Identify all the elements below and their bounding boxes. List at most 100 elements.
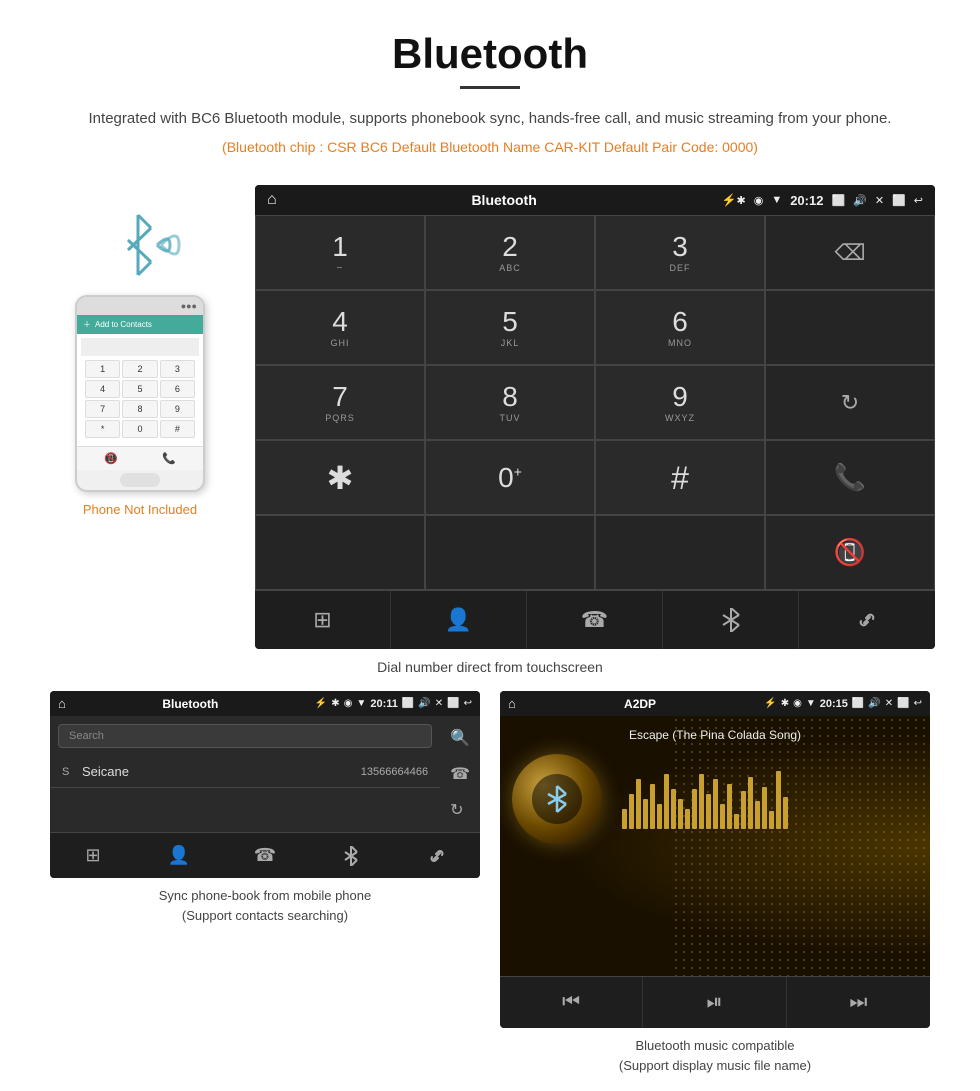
camera-icon[interactable]: ⬜ [831,194,845,207]
phone-call-btn[interactable]: 📞 [162,452,176,465]
dial-empty-1: ⌫ [765,215,935,290]
pb-entry[interactable]: S Seicane 13566664466 [50,756,440,788]
pb-contacts-icon[interactable]: 👤 [136,833,222,878]
car-dialer-screen: ⌂ Bluetooth ⚡ ✱ ◉ ▼ 20:12 ⬜ 🔊 ✕ ⬜ ↩ 1 ∽ [255,185,935,649]
next-button[interactable]: ⏭ [787,977,930,1028]
phone-key-6[interactable]: 6 [160,380,195,398]
pb-cam-icon[interactable]: ⬜ [402,698,414,709]
dial-call-cell[interactable]: 📞 [765,440,935,515]
play-pause-button[interactable]: ⏯ [643,977,786,1028]
pb-search-bar[interactable]: Search [58,724,432,748]
dialer-grid: 1 ∽ 2 ABC 3 DEF ⌫ 4 GHI 5 JKL [255,215,935,590]
pb-side-icons: 🔍 ☎ ↻ [440,716,480,832]
bottom-grid-icon[interactable]: ⊞ [255,591,391,649]
phone-display [81,338,199,356]
call-red-icon[interactable]: 📵 [834,537,866,568]
volume-icon[interactable]: 🔊 [853,194,867,207]
dial-caption: Dial number direct from touchscreen [0,659,980,675]
dial-key-1[interactable]: 1 ∽ [255,215,425,290]
phone-top-bar: ●●● [77,297,203,315]
home-icon[interactable]: ⌂ [267,191,277,209]
music-content: Escape (The Pina Colada Song) [500,716,930,976]
title-section: Bluetooth Integrated with BC6 Bluetooth … [0,0,980,185]
pb-close-icon[interactable]: ✕ [435,698,443,709]
dial-key-0[interactable]: 0+ [425,440,595,515]
dial-key-6[interactable]: 6 MNO [595,290,765,365]
car-screen-title: Bluetooth [287,192,722,208]
prev-button[interactable]: ⏮ [500,977,643,1028]
phone-key-7[interactable]: 7 [85,400,120,418]
phone-header: ＋ Add to Contacts [77,315,203,334]
dial-key-8[interactable]: 8 TUV [425,365,595,440]
phone-key-9[interactable]: 9 [160,400,195,418]
dial-key-hash[interactable]: # [595,440,765,515]
back-icon[interactable]: ↩ [914,194,923,207]
pb-vol-icon[interactable]: 🔊 [418,698,430,709]
pb-home-icon[interactable]: ⌂ [58,696,66,711]
specs-text: (Bluetooth chip : CSR BC6 Default Blueto… [20,139,960,155]
phone-content: 1 2 3 4 5 6 7 8 9 * 0 # [77,334,203,446]
pb-back-icon[interactable]: ↩ [464,698,472,709]
dial-key-star[interactable]: ✱ [255,440,425,515]
pb-phone-icon[interactable]: ☎ [222,833,308,878]
equalizer-viz [614,769,918,829]
phone-mockup: ●●● ＋ Add to Contacts 1 2 3 4 5 6 7 8 9 [75,295,205,492]
pb-phone-side-icon[interactable]: ☎ [450,764,470,784]
signal-icon: ▼ [771,194,782,206]
dial-key-2[interactable]: 2 ABC [425,215,595,290]
dial-key-5[interactable]: 5 JKL [425,290,595,365]
page-title: Bluetooth [20,30,960,78]
dial-key-9[interactable]: 9 WXYZ [595,365,765,440]
dial-refresh-cell[interactable]: ↻ [765,365,935,440]
dial-end-call-cell[interactable]: 📵 [765,515,935,590]
music-vol-icon[interactable]: 🔊 [868,698,880,709]
music-close-icon[interactable]: ✕ [885,698,893,709]
call-green-icon[interactable]: 📞 [834,462,866,493]
phone-key-hash[interactable]: # [160,420,195,438]
phone-key-star[interactable]: * [85,420,120,438]
phone-key-8[interactable]: 8 [122,400,157,418]
phone-end-btn[interactable]: 📵 [104,452,118,465]
dial-key-4[interactable]: 4 GHI [255,290,425,365]
dial-key-3[interactable]: 3 DEF [595,215,765,290]
window-icon[interactable]: ⬜ [892,194,906,207]
status-icons: ✱ ◉ ▼ 20:12 ⬜ 🔊 ✕ ⬜ ↩ [736,193,923,208]
bottom-contacts-icon[interactable]: 👤 [391,591,527,649]
phone-key-5[interactable]: 5 [122,380,157,398]
phonebook-panel: ⌂ Bluetooth ⚡ ✱ ◉ ▼ 20:11 ⬜ 🔊 ✕ ⬜ ↩ Sear… [40,691,490,1075]
phone-key-2[interactable]: 2 [122,360,157,378]
album-art-inner [532,774,582,824]
music-win-icon[interactable]: ⬜ [897,698,909,709]
music-status-bar: ⌂ A2DP ⚡ ✱ ◉ ▼ 20:15 ⬜ 🔊 ✕ ⬜ ↩ [500,691,930,716]
music-screen: ⌂ A2DP ⚡ ✱ ◉ ▼ 20:15 ⬜ 🔊 ✕ ⬜ ↩ Escape (T… [500,691,930,1028]
phone-key-4[interactable]: 4 [85,380,120,398]
bottom-bluetooth-icon[interactable] [663,591,799,649]
dial-key-7[interactable]: 7 PQRS [255,365,425,440]
bottom-link-icon[interactable] [799,591,935,649]
pb-link-icon[interactable] [394,833,480,878]
bluetooth-status-icon: ✱ [736,194,745,207]
phonebook-screen: ⌂ Bluetooth ⚡ ✱ ◉ ▼ 20:11 ⬜ 🔊 ✕ ⬜ ↩ Sear… [50,691,480,878]
phone-key-3[interactable]: 3 [160,360,195,378]
pb-status-bar: ⌂ Bluetooth ⚡ ✱ ◉ ▼ 20:11 ⬜ 🔊 ✕ ⬜ ↩ [50,691,480,716]
bottom-panels: ⌂ Bluetooth ⚡ ✱ ◉ ▼ 20:11 ⬜ 🔊 ✕ ⬜ ↩ Sear… [0,691,980,1075]
music-cam-icon[interactable]: ⬜ [852,698,864,709]
backspace-icon[interactable]: ⌫ [834,240,865,266]
music-usb-icon: ⚡ [764,698,776,709]
close-icon[interactable]: ✕ [875,194,884,207]
music-back-icon[interactable]: ↩ [914,698,922,709]
pb-bt-bottom-icon[interactable] [308,833,394,878]
phone-key-0[interactable]: 0 [122,420,157,438]
phone-key-1[interactable]: 1 [85,360,120,378]
refresh-icon[interactable]: ↻ [841,390,859,416]
music-bt-icon: ✱ [781,698,789,709]
pb-win-icon[interactable]: ⬜ [447,698,459,709]
phone-home-button[interactable] [120,473,160,487]
pb-refresh-side-icon[interactable]: ↻ [450,800,470,820]
music-home-icon[interactable]: ⌂ [508,696,516,711]
pb-grid-icon[interactable]: ⊞ [50,833,136,878]
bottom-phone-icon[interactable]: ☎ [527,591,663,649]
music-controls: ⏮ ⏯ ⏭ [500,976,930,1028]
pb-search-icon[interactable]: 🔍 [450,728,470,748]
album-art [512,754,602,844]
